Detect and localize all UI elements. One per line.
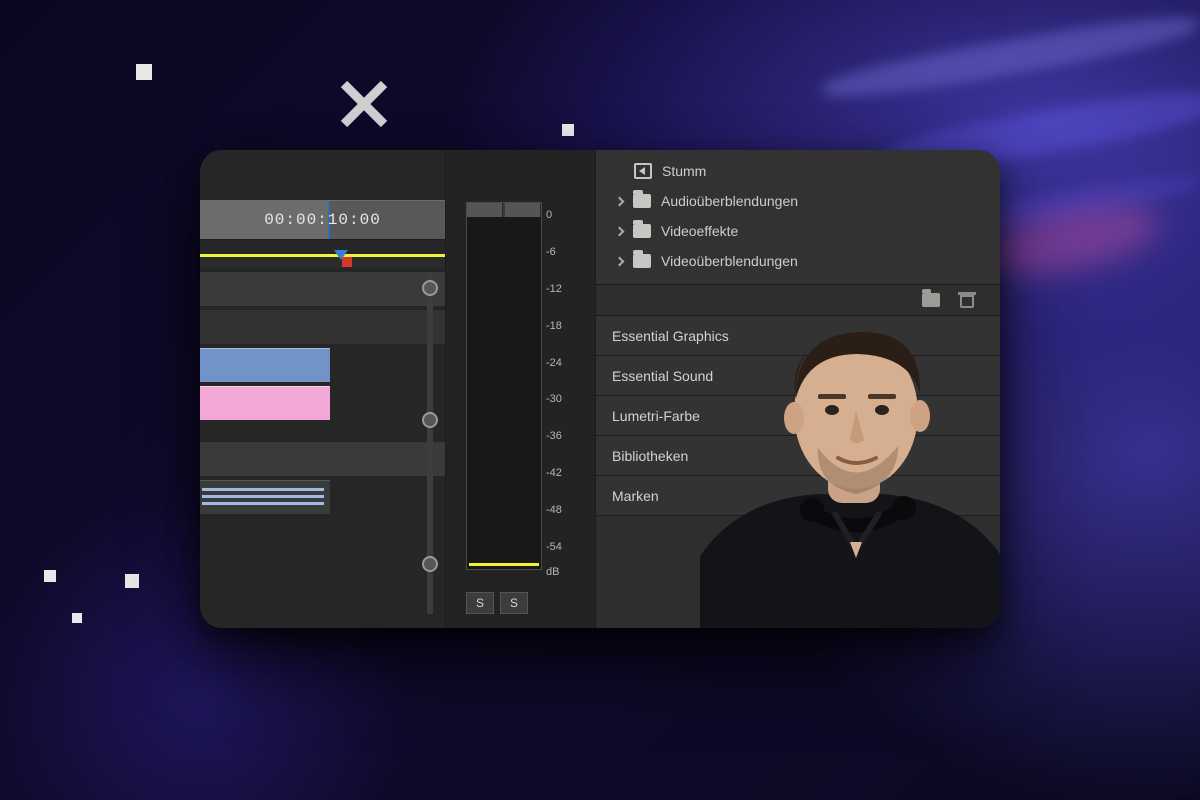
effects-item-stumm[interactable]: Stumm (596, 156, 1000, 186)
panel-tab-essential-graphics[interactable]: Essential Graphics (596, 316, 1000, 356)
panel-tab-lumetri-color[interactable]: Lumetri-Farbe (596, 396, 1000, 436)
audio-level-meter (466, 202, 542, 570)
meter-scale-tick: -18 (546, 320, 562, 332)
panel-tab-essential-sound[interactable]: Essential Sound (596, 356, 1000, 396)
effects-and-panels: Stumm Audioüberblendungen Videoeffekte V… (596, 150, 1000, 628)
folder-icon (633, 224, 651, 238)
scroll-handle[interactable] (422, 412, 438, 428)
solo-button[interactable]: S (500, 592, 528, 614)
meter-peak-line (469, 563, 539, 566)
bg-square (562, 124, 574, 136)
meter-scale-tick: -54 (546, 541, 562, 553)
chevron-right-icon (615, 226, 625, 236)
new-bin-icon[interactable] (922, 293, 940, 307)
meter-channel-tabs[interactable] (467, 203, 541, 217)
folder-icon (633, 194, 651, 208)
meter-scale-tick: -48 (546, 504, 562, 516)
meter-scale-tick: dB (546, 566, 559, 578)
effects-folder-audio-transitions[interactable]: Audioüberblendungen (596, 186, 1000, 216)
effects-item-label: Audioüberblendungen (661, 193, 798, 209)
meter-scale-tick: -24 (546, 357, 562, 369)
chevron-right-icon (615, 196, 625, 206)
panel-tab-markers[interactable]: Marken (596, 476, 1000, 516)
effects-folder-video-transitions[interactable]: Videoüberblendungen (596, 246, 1000, 276)
bg-square (44, 570, 56, 582)
audio-meter-panel: 0 -6 -12 -18 -24 -30 -36 -42 -48 -54 dB S S (446, 150, 596, 628)
app-window: 00:00:10:00 0 -6 -12 -18 -24 -30 -36 -42 -48 -54 d… (200, 150, 1000, 628)
panel-tab-libraries[interactable]: Bibliotheken (596, 436, 1000, 476)
meter-scale-tick: -30 (546, 393, 562, 405)
out-point-marker[interactable] (342, 257, 352, 267)
scroll-handle[interactable] (422, 280, 438, 296)
effects-folder-list: Stumm Audioüberblendungen Videoeffekte V… (596, 150, 1000, 284)
bg-square (136, 64, 152, 80)
preset-bin-icon (634, 163, 652, 179)
meter-scale: 0-6-12-18-24-30-36-42-48-54dB (546, 202, 590, 570)
video-track[interactable] (200, 310, 445, 344)
solo-button[interactable]: S (466, 592, 494, 614)
effects-item-label: Stumm (662, 163, 706, 179)
effects-action-bar (596, 284, 1000, 316)
video-clip[interactable] (200, 348, 330, 382)
trash-icon[interactable] (960, 292, 974, 308)
bg-square (125, 574, 139, 588)
audio-waveform (200, 482, 326, 512)
meter-scale-tick: -42 (546, 467, 562, 479)
chevron-right-icon (615, 256, 625, 266)
meter-scale-tick: -12 (546, 283, 562, 295)
bg-square (72, 613, 82, 623)
audio-track[interactable] (200, 442, 445, 476)
timeline-panel: 00:00:10:00 (200, 150, 446, 628)
meter-scale-tick: -6 (546, 246, 556, 258)
video-track[interactable] (200, 272, 445, 306)
folder-icon (633, 254, 651, 268)
effects-item-label: Videoeffekte (661, 223, 738, 239)
close-icon[interactable] (336, 76, 392, 137)
effects-folder-video-effects[interactable]: Videoeffekte (596, 216, 1000, 246)
effects-item-label: Videoüberblendungen (661, 253, 798, 269)
scroll-handle[interactable] (422, 556, 438, 572)
meter-scale-tick: 0 (546, 209, 552, 221)
video-clip[interactable] (200, 386, 330, 420)
timecode-ruler-row[interactable]: 00:00:10:00 (200, 200, 445, 240)
timecode-display: 00:00:10:00 (264, 211, 381, 229)
timeline-ruler[interactable] (200, 254, 445, 268)
meter-scale-tick: -36 (546, 430, 562, 442)
